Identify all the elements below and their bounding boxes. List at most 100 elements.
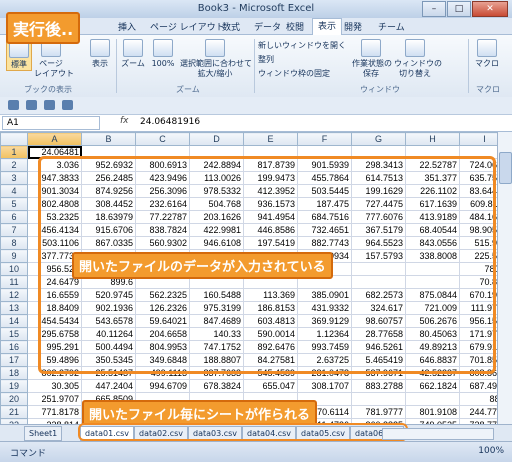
zoom-100-button[interactable]: 100% — [150, 39, 176, 69]
sheet-tabs-highlight — [78, 423, 408, 441]
cell[interactable]: 771.8178 — [27, 405, 82, 419]
macro-button[interactable]: マクロ — [472, 39, 502, 69]
new-window-button[interactable]: 新しいウィンドウを開く — [258, 41, 346, 51]
row-header[interactable]: 20 — [0, 392, 28, 406]
cell[interactable]: 251.9707 — [27, 392, 82, 406]
cell[interactable]: 678.3824 — [189, 379, 244, 393]
cell[interactable]: 30.305 — [27, 379, 82, 393]
sheet-tab-sheet1[interactable]: Sheet1 — [24, 426, 63, 441]
formula-bar: A1 fx 24.06481916 — [0, 115, 512, 132]
row-header[interactable]: 5 — [0, 197, 28, 211]
row-header[interactable]: 19 — [0, 379, 28, 393]
arrange-button[interactable]: 整列 — [258, 55, 274, 65]
cell[interactable]: 308.1707 — [297, 379, 352, 393]
cell[interactable]: 447.2404 — [81, 379, 136, 393]
scroll-thumb[interactable] — [499, 152, 512, 184]
switch-windows-button[interactable]: ウィンドウの 切り替え — [394, 39, 442, 79]
workspace-icon — [361, 39, 381, 57]
column-header-b[interactable]: B — [81, 132, 136, 146]
ribbon-separator — [468, 39, 469, 93]
ribbon-separator — [254, 39, 255, 93]
column-header-a[interactable]: A — [27, 132, 82, 146]
macro-icon — [477, 39, 497, 57]
column-header-h[interactable]: H — [405, 132, 460, 146]
column-header-f[interactable]: F — [297, 132, 352, 146]
cell[interactable]: 662.1824 — [405, 379, 460, 393]
row-header[interactable]: 15 — [0, 327, 28, 341]
minimize-button[interactable]: – — [422, 1, 446, 17]
group-label-zoom: ズーム — [176, 85, 200, 94]
fx-icon[interactable]: fx — [120, 116, 129, 126]
cell[interactable] — [405, 392, 460, 406]
select-all-corner[interactable] — [0, 132, 28, 146]
zoom-level[interactable]: 100% — [478, 446, 504, 456]
tab-view[interactable]: 表示 — [312, 18, 343, 35]
tab-developer[interactable]: 開発 — [344, 20, 362, 33]
column-header-d[interactable]: D — [189, 132, 244, 146]
column-header-e[interactable]: E — [243, 132, 298, 146]
row-header[interactable]: 8 — [0, 236, 28, 250]
sheet-tab-bar: Sheet1 data01.csv data02.csv data03.csv … — [0, 423, 512, 441]
undo-icon[interactable] — [26, 100, 37, 110]
status-bar: コマンド 100% — [0, 441, 512, 462]
row-header[interactable]: 4 — [0, 184, 28, 198]
column-header-g[interactable]: G — [351, 132, 406, 146]
freeze-panes-button[interactable]: ウィンドウ枠の固定 — [258, 69, 330, 79]
redo-icon[interactable] — [44, 100, 55, 110]
row-header[interactable]: 12 — [0, 288, 28, 302]
save-workspace-button[interactable]: 作業状態の 保存 — [352, 39, 392, 79]
horizontal-scrollbar[interactable] — [382, 428, 494, 440]
ribbon-separator — [116, 39, 117, 93]
row-header[interactable]: 18 — [0, 366, 28, 380]
row-header[interactable]: 7 — [0, 223, 28, 237]
row-header[interactable]: 3 — [0, 171, 28, 185]
switch-window-icon — [405, 39, 425, 57]
tab-team[interactable]: チーム — [378, 20, 405, 33]
tab-insert[interactable]: 挿入 — [118, 20, 136, 33]
column-header-c[interactable]: C — [135, 132, 190, 146]
save-icon[interactable] — [8, 100, 19, 110]
cell[interactable] — [351, 392, 406, 406]
row-header[interactable]: 10 — [0, 262, 28, 276]
row-header[interactable]: 13 — [0, 301, 28, 315]
row-header[interactable]: 6 — [0, 210, 28, 224]
magnifier-icon — [123, 39, 143, 57]
row-header[interactable]: 16 — [0, 340, 28, 354]
cell[interactable]: 994.6709 — [135, 379, 190, 393]
cell[interactable]: 781.9777 — [351, 405, 406, 419]
zoom-to-selection-button[interactable]: 選択範囲に合わせて 拡大/縮小 — [180, 39, 252, 79]
tab-formulas[interactable]: 数式 — [222, 20, 240, 33]
annotation-after-run: 実行後.. — [6, 12, 81, 44]
row-header[interactable]: 14 — [0, 314, 28, 328]
tab-page-layout[interactable]: ページ レイアウト — [150, 20, 225, 33]
show-button[interactable]: 表示 — [88, 39, 112, 69]
group-label-window: ウィンドウ — [360, 85, 400, 94]
tab-review[interactable]: 校閲 — [286, 20, 304, 33]
status-mode: コマンド — [10, 449, 47, 459]
vertical-scrollbar[interactable] — [497, 132, 512, 424]
zoom-selection-icon — [205, 39, 225, 57]
ribbon: 標準 ページ レイアウト 表示 ズーム 100% 選択範囲に合わせて 拡大/縮小… — [0, 35, 512, 98]
maximize-button[interactable]: □ — [447, 1, 471, 17]
group-label-workbook-views: ブックの表示 — [24, 85, 72, 94]
formula-input[interactable]: 24.06481916 — [140, 117, 200, 127]
cell[interactable]: 655.047 — [243, 379, 298, 393]
name-box[interactable]: A1 — [2, 116, 100, 130]
cell[interactable]: 883.2788 — [351, 379, 406, 393]
annotation-data-entered: 開いたファイルのデータが入力されている — [72, 252, 333, 279]
table-row: 19 30.305 447.2404 994.6709 678.3824 655.047 3… — [0, 379, 510, 393]
row-header[interactable]: 21 — [0, 405, 28, 419]
zoom-button[interactable]: ズーム — [120, 39, 146, 69]
row-header[interactable]: 11 — [0, 275, 28, 289]
page-layout-button[interactable]: ページ レイアウト — [34, 39, 74, 79]
print-icon[interactable] — [62, 100, 73, 110]
row-header[interactable]: 17 — [0, 353, 28, 367]
row-header[interactable]: 1 — [0, 145, 28, 159]
row-header[interactable]: 2 — [0, 158, 28, 172]
show-icon — [90, 39, 110, 57]
close-button[interactable]: ✕ — [472, 1, 508, 17]
row-header[interactable]: 9 — [0, 249, 28, 263]
tab-data[interactable]: データ — [254, 20, 281, 33]
cell[interactable]: 801.9108 — [405, 405, 460, 419]
quick-access-toolbar — [0, 97, 512, 115]
